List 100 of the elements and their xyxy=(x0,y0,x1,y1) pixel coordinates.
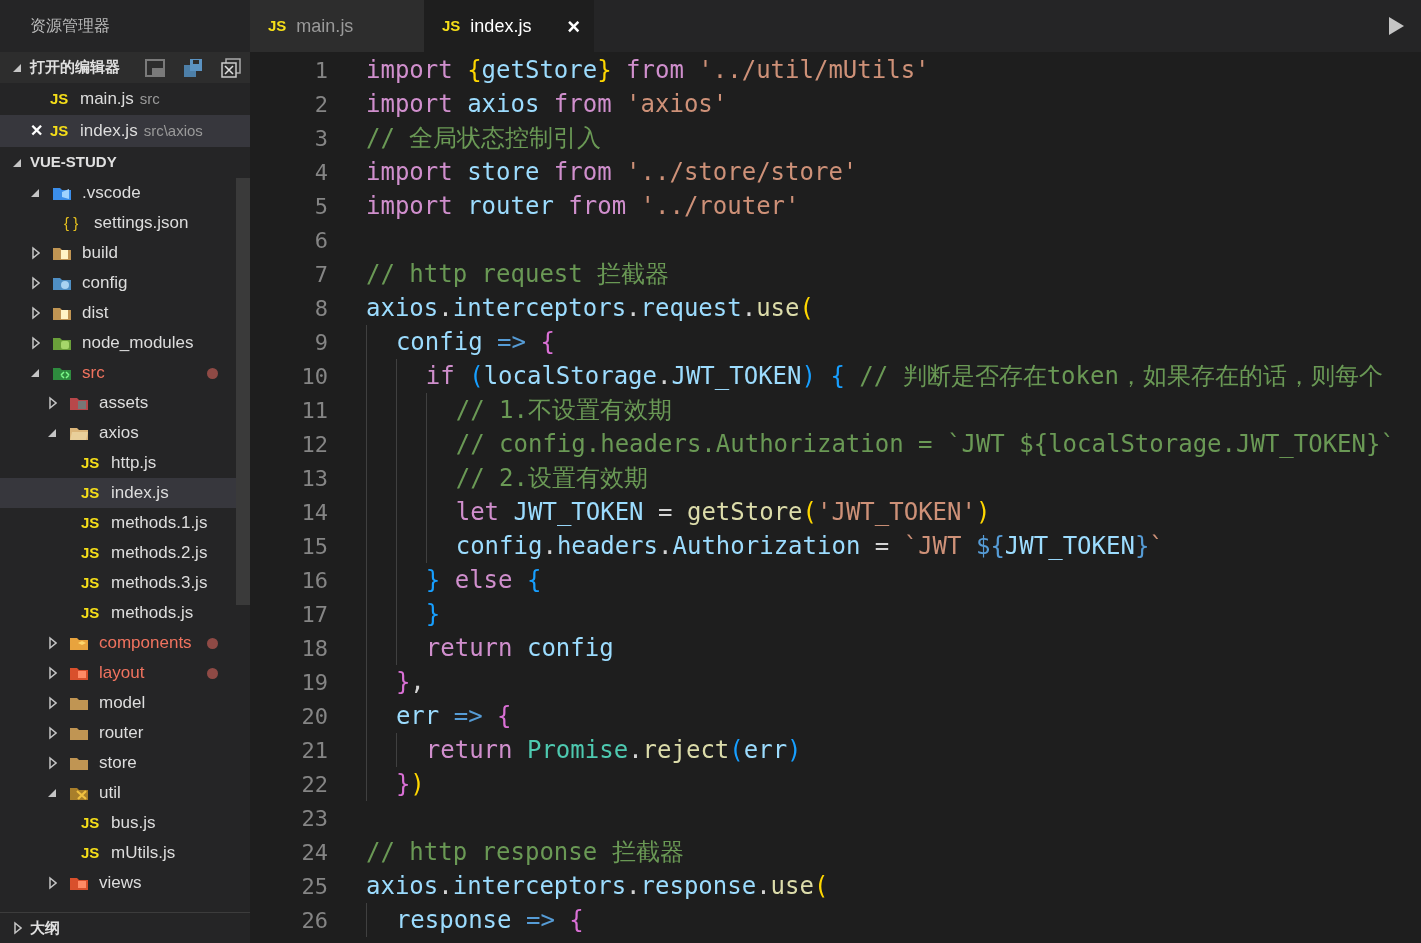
code-line: // 2.设置有效期 xyxy=(366,461,648,495)
js-icon: JS xyxy=(81,601,111,625)
code-line: import axios from 'axios' xyxy=(366,89,728,120)
line-number: 14 xyxy=(300,498,329,527)
file-item[interactable]: JS http.js xyxy=(0,448,236,478)
line-number: 8 xyxy=(313,294,329,323)
js-icon: JS xyxy=(81,811,111,835)
folder-icon xyxy=(69,785,89,801)
folder-icon xyxy=(69,635,89,651)
code-line: }, xyxy=(366,665,425,699)
code-line: config => { xyxy=(366,325,555,359)
folder-item[interactable]: dist xyxy=(0,298,236,328)
line-number: 12 xyxy=(300,430,329,459)
line-number: 25 xyxy=(300,872,329,901)
file-path: src\axios xyxy=(143,120,203,141)
file-item[interactable]: JS index.js xyxy=(0,478,236,508)
file-item[interactable]: JS methods.2.js xyxy=(0,538,236,568)
section-header[interactable]: VUE-STUDY xyxy=(0,147,250,178)
folder-item[interactable]: views xyxy=(0,868,236,898)
line-number: 23 xyxy=(300,804,329,833)
folder-name: build xyxy=(82,242,118,265)
folder-item[interactable]: axios xyxy=(0,418,236,448)
folder-icon xyxy=(69,755,89,771)
code-line: } xyxy=(366,597,441,631)
folder-name: axios xyxy=(99,422,139,445)
tab-label: main.js xyxy=(296,14,354,38)
code-line: }) xyxy=(366,767,425,801)
open-editor-item[interactable]: ✕ JS index.js src\axios xyxy=(0,115,250,147)
line-number: 16 xyxy=(300,566,329,595)
folder-name: node_modules xyxy=(82,332,194,355)
file-item[interactable]: JS methods.3.js xyxy=(0,568,236,598)
folder-item[interactable]: model xyxy=(0,688,236,718)
folder-icon xyxy=(69,425,89,441)
file-name: methods.3.js xyxy=(111,572,208,595)
folder-item[interactable]: config xyxy=(0,268,236,298)
line-number: 6 xyxy=(313,226,329,255)
folder-name: util xyxy=(99,782,121,805)
save-all-icon xyxy=(182,56,204,79)
file-item[interactable]: JS methods.1.js xyxy=(0,508,236,538)
folder-item[interactable]: src xyxy=(0,358,236,388)
folder-icon xyxy=(52,275,72,291)
js-icon: JS xyxy=(81,451,111,475)
file-item[interactable]: JS methods.js xyxy=(0,598,236,628)
folder-icon xyxy=(52,335,72,351)
code-line: return config xyxy=(366,631,614,665)
folder-icon xyxy=(52,305,72,321)
line-number: 2 xyxy=(313,90,329,119)
file-name: index.js xyxy=(80,120,138,143)
folder-item[interactable]: assets xyxy=(0,388,236,418)
line-number: 22 xyxy=(300,770,329,799)
line-number: 26 xyxy=(300,906,329,935)
folder-icon xyxy=(52,245,72,261)
folder-item[interactable]: store xyxy=(0,748,236,778)
code-line: } else { xyxy=(366,563,542,597)
folder-icon xyxy=(69,725,89,741)
folder-icon xyxy=(69,665,89,681)
folder-item[interactable]: util xyxy=(0,778,236,808)
code-line: axios.interceptors.request.use( xyxy=(366,293,814,324)
folder-icon xyxy=(69,695,89,711)
folder-name: layout xyxy=(99,662,145,685)
folder-item[interactable]: .vscode xyxy=(0,178,236,208)
close-icon[interactable]: × xyxy=(567,9,580,43)
open-editor-item[interactable]: JS main.js src xyxy=(0,83,250,115)
editor-tab[interactable]: JS index.js × xyxy=(424,0,594,52)
file-name: bus.js xyxy=(111,812,156,835)
editor-tab[interactable]: JS main.js xyxy=(250,0,424,52)
file-name: methods.2.js xyxy=(111,542,208,565)
scrollbar-thumb[interactable] xyxy=(236,178,250,605)
run-icon[interactable] xyxy=(1387,16,1405,36)
file-item[interactable]: JS mUtils.js xyxy=(0,838,236,868)
folder-item[interactable]: build xyxy=(0,238,236,268)
code-line: config.headers.Authorization = `JWT ${JWT_TOKEN}` xyxy=(366,529,1164,563)
code-line: // http response 拦截器 xyxy=(366,837,684,868)
file-path: src xyxy=(139,88,160,109)
file-name: index.js xyxy=(111,482,169,505)
js-icon: JS xyxy=(50,119,80,143)
folder-icon xyxy=(52,185,72,201)
js-icon: JS xyxy=(81,841,111,865)
section-header[interactable]: 大纲 xyxy=(0,912,250,943)
folder-item[interactable]: layout xyxy=(0,658,236,688)
folder-icon xyxy=(52,365,72,381)
folder-name: assets xyxy=(99,392,149,415)
file-item[interactable]: JS bus.js xyxy=(0,808,236,838)
folder-item[interactable]: components xyxy=(0,628,236,658)
code-line: err => { xyxy=(366,699,512,733)
js-icon: JS xyxy=(268,14,287,38)
braces-icon: { } xyxy=(64,211,94,235)
folder-item[interactable]: router xyxy=(0,718,236,748)
file-item[interactable]: { } settings.json xyxy=(0,208,236,238)
js-icon: JS xyxy=(81,481,111,505)
file-name: methods.js xyxy=(111,602,194,625)
section-header[interactable]: 打开的编辑器 xyxy=(0,52,250,83)
js-icon: JS xyxy=(81,541,111,565)
line-number: 17 xyxy=(300,600,329,629)
close-all-icon xyxy=(220,56,242,79)
line-number: 24 xyxy=(300,838,329,867)
code-line: if (localStorage.JWT_TOKEN) { // 判断是否存在token，如果存在的话，则每个 xyxy=(366,359,1383,393)
folder-name: store xyxy=(99,752,137,775)
folder-item[interactable]: node_modules xyxy=(0,328,236,358)
close-icon[interactable]: ✕ xyxy=(30,119,50,143)
